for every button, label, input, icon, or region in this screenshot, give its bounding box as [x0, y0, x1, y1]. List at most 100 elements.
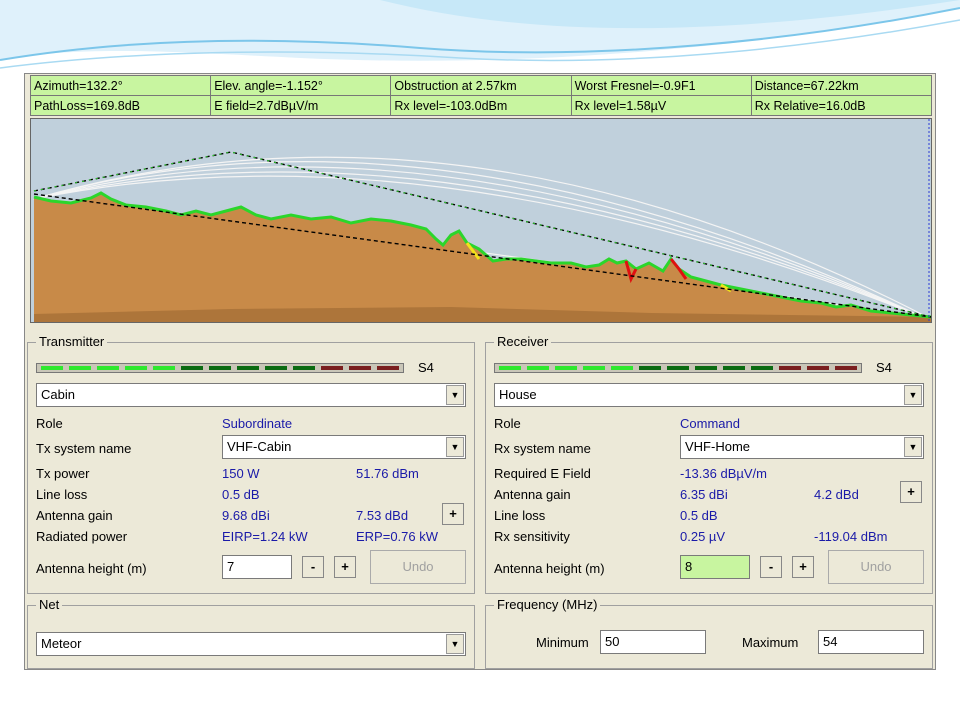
rx-antenna-gain-dbi: 6.35 dBi	[680, 487, 728, 502]
signal-meter-segment	[611, 366, 633, 370]
tx-system-label: Tx system name	[36, 441, 132, 456]
tx-antenna-gain-dbi: 9.68 dBi	[222, 508, 270, 523]
link-info-table: Azimuth=132.2° Elev. angle=-1.152° Obstr…	[29, 75, 933, 116]
signal-meter-segment	[237, 366, 259, 370]
signal-meter-segment	[265, 366, 287, 370]
rx-height-minus-button[interactable]: -	[760, 556, 782, 578]
frequency-max-label: Maximum	[742, 635, 799, 650]
background-swoosh	[0, 0, 960, 69]
frequency-max-input[interactable]: 54	[818, 630, 924, 654]
signal-meter-segment	[639, 366, 661, 370]
tx-eirp: EIRP=1.24 kW	[222, 529, 308, 544]
signal-meter-segment	[583, 366, 605, 370]
chevron-down-icon[interactable]: ▼	[446, 385, 464, 405]
obstruction-cell: Obstruction at 2.57km	[390, 75, 572, 96]
signal-meter-segment	[667, 366, 689, 370]
rx-efield-label: Required E Field	[494, 466, 591, 481]
signal-meter-segment	[527, 366, 549, 370]
receiver-group: Receiver S4 House ▼ Role Command Rx syst…	[485, 334, 933, 594]
tx-signal-label: S4	[418, 360, 434, 375]
net-value: Meteor	[41, 636, 82, 651]
signal-meter-segment	[751, 366, 773, 370]
terrain-profile-graphic	[33, 119, 931, 322]
tx-line-loss-label: Line loss	[36, 487, 88, 502]
chevron-down-icon[interactable]: ▼	[904, 385, 922, 405]
receiver-title: Receiver	[494, 334, 552, 349]
tx-site-select[interactable]: Cabin ▼	[36, 383, 466, 407]
signal-meter-segment	[555, 366, 577, 370]
tx-role-label: Role	[36, 416, 63, 431]
rx-role-value: Command	[680, 416, 740, 431]
signal-meter-segment	[377, 366, 399, 370]
chevron-down-icon[interactable]: ▼	[446, 634, 464, 654]
rx-undo-button[interactable]: Undo	[828, 550, 924, 584]
rx-antenna-gain-label: Antenna gain	[494, 487, 571, 502]
chevron-down-icon[interactable]: ▼	[446, 437, 464, 457]
terrain-profile-view[interactable]	[30, 118, 932, 323]
signal-meter-segment	[321, 366, 343, 370]
tx-antenna-gain-label: Antenna gain	[36, 508, 113, 523]
rx-system-select[interactable]: VHF-Home ▼	[680, 435, 924, 459]
rx-system-label: Rx system name	[494, 441, 591, 456]
signal-meter-segment	[349, 366, 371, 370]
tx-signal-meter	[36, 363, 404, 373]
tx-system-select[interactable]: VHF-Cabin ▼	[222, 435, 466, 459]
signal-meter-segment	[153, 366, 175, 370]
rx-efield-value: -13.36 dBµV/m	[680, 466, 767, 481]
tx-site-value: Cabin	[41, 387, 75, 402]
signal-meter-segment	[779, 366, 801, 370]
efield-cell: E field=2.7dBµV/m	[210, 95, 392, 116]
tx-antenna-gain-dbd: 7.53 dBd	[356, 508, 409, 523]
radio-link-window: Azimuth=132.2° Elev. angle=-1.152° Obstr…	[24, 73, 936, 670]
net-group: Net Meteor ▼	[27, 597, 475, 669]
tx-radiated-label: Radiated power	[36, 529, 128, 544]
tx-antenna-height-input[interactable]: 7	[222, 555, 292, 579]
signal-meter-segment	[125, 366, 147, 370]
rx-antenna-height-label: Antenna height (m)	[494, 561, 605, 576]
tx-gain-plus-button[interactable]: +	[442, 503, 464, 525]
signal-meter-segment	[835, 366, 857, 370]
rx-line-loss-label: Line loss	[494, 508, 546, 523]
rx-level-uv-cell: Rx level=1.58µV	[570, 95, 752, 116]
worst-fresnel-cell: Worst Fresnel=-0.9F1	[570, 75, 752, 96]
signal-meter-segment	[499, 366, 521, 370]
rx-gain-plus-button[interactable]: +	[900, 481, 922, 503]
tx-height-minus-button[interactable]: -	[302, 556, 324, 578]
rx-height-plus-button[interactable]: +	[792, 556, 814, 578]
rx-system-value: VHF-Home	[685, 439, 751, 454]
signal-meter-segment	[209, 366, 231, 370]
rx-level-dbm-cell: Rx level=-103.0dBm	[390, 95, 572, 116]
signal-meter-segment	[293, 366, 315, 370]
rx-sensitivity-dbm: -119.04 dBm	[814, 529, 888, 544]
signal-meter-segment	[695, 366, 717, 370]
rx-site-select[interactable]: House ▼	[494, 383, 924, 407]
rx-site-value: House	[499, 387, 537, 402]
rx-sensitivity-label: Rx sensitivity	[494, 529, 570, 544]
tx-erp: ERP=0.76 kW	[356, 529, 439, 544]
rx-signal-meter	[494, 363, 862, 373]
signal-meter-segment	[807, 366, 829, 370]
frequency-min-input[interactable]: 50	[600, 630, 706, 654]
rx-antenna-height-input[interactable]: 8	[680, 555, 750, 579]
tx-height-plus-button[interactable]: +	[334, 556, 356, 578]
tx-undo-button[interactable]: Undo	[370, 550, 466, 584]
frequency-group: Frequency (MHz) Minimum 50 Maximum 54	[485, 597, 933, 669]
net-title: Net	[36, 597, 63, 612]
distance-cell: Distance=67.22km	[750, 75, 933, 96]
frequency-min-label: Minimum	[536, 635, 589, 650]
tx-line-loss-value: 0.5 dB	[222, 487, 260, 502]
chevron-down-icon[interactable]: ▼	[904, 437, 922, 457]
transmitter-group: Transmitter S4 Cabin ▼ Role Subordinate …	[27, 334, 475, 594]
pathloss-cell: PathLoss=169.8dB	[29, 95, 212, 116]
tx-antenna-height-label: Antenna height (m)	[36, 561, 147, 576]
frequency-title: Frequency (MHz)	[494, 597, 601, 612]
tx-power-w: 150 W	[222, 466, 260, 481]
elevation-cell: Elev. angle=-1.152°	[210, 75, 392, 96]
tx-system-value: VHF-Cabin	[227, 439, 292, 454]
rx-sensitivity-uv: 0.25 µV	[680, 529, 726, 544]
signal-meter-segment	[723, 366, 745, 370]
rx-line-loss-value: 0.5 dB	[680, 508, 718, 523]
transmitter-title: Transmitter	[36, 334, 108, 349]
signal-meter-segment	[69, 366, 91, 370]
net-select[interactable]: Meteor ▼	[36, 632, 466, 656]
